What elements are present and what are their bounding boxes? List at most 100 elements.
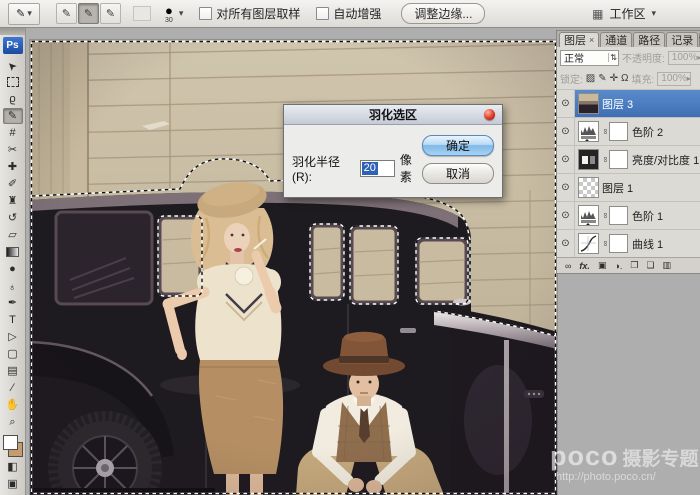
adjustment-layer-icon[interactable]: ◑.	[614, 261, 622, 271]
notes-tool[interactable]: ▤	[3, 363, 23, 379]
pen-tool[interactable]: ✒	[3, 295, 23, 311]
bridge-icon: ▦	[592, 7, 603, 21]
layer-row-liangdu[interactable]: ⊙ ∞ 亮度/对比度 1	[557, 145, 700, 173]
zoom-tool[interactable]: ⌕	[3, 414, 23, 430]
empty-layer-thumbnail[interactable]	[578, 177, 599, 198]
move-tool[interactable]: ➤	[3, 57, 23, 73]
visibility-eye-icon[interactable]: ⊙	[557, 118, 575, 145]
dialog-titlebar[interactable]: 羽化选区	[284, 105, 502, 125]
tab-close-icon[interactable]: ×	[589, 35, 594, 45]
blur-tool[interactable]: ●	[3, 261, 23, 277]
crop-tool[interactable]: #	[3, 125, 23, 141]
tab-paths[interactable]: 路径	[633, 32, 665, 47]
opacity-value-box[interactable]: 100% ▸	[668, 51, 700, 65]
lock-all-icon[interactable]: Ω	[621, 73, 628, 84]
marquee-tool[interactable]	[3, 74, 23, 90]
layer-row-tuceng3[interactable]: ⊙ 图层 3	[557, 89, 700, 117]
curves-thumbnail[interactable]	[578, 233, 599, 254]
cancel-button[interactable]: 取消	[422, 163, 494, 184]
levels-thumbnail[interactable]	[578, 121, 599, 142]
link-mask-icon: ∞	[601, 128, 610, 135]
path-selection-tool[interactable]: ▷	[3, 329, 23, 345]
visibility-eye-icon[interactable]: ⊙	[557, 146, 575, 173]
layer-mask-thumbnail[interactable]	[609, 150, 628, 169]
dodge-tool[interactable]: ♀	[3, 278, 23, 294]
layer-name: 亮度/对比度 1	[632, 152, 699, 168]
link-layers-icon[interactable]: ∞	[565, 261, 571, 271]
add-to-selection-button[interactable]: ✎	[78, 3, 99, 24]
refine-edge-button[interactable]: 调整边缘...	[401, 3, 485, 24]
levels-thumbnail[interactable]	[578, 205, 599, 226]
layer-mask-thumbnail[interactable]	[609, 122, 628, 141]
lock-transparency-icon[interactable]: ▨	[586, 73, 595, 84]
brush-subtract-icon: ✎	[106, 7, 115, 20]
layer-thumbnail[interactable]	[578, 93, 599, 114]
slice-tool[interactable]: ✂	[3, 142, 23, 158]
toolbox-grip[interactable]	[0, 28, 25, 35]
brush-size-value: 30	[165, 17, 173, 24]
add-mask-icon[interactable]: ▣	[598, 260, 607, 271]
history-brush-tool[interactable]: ↺	[3, 210, 23, 226]
brush-dropdown-icon[interactable]: ▾	[179, 8, 184, 19]
brush-dot-icon: ●	[165, 4, 173, 17]
tab-channels[interactable]: 通道	[600, 32, 632, 47]
path-select-icon: ▷	[8, 332, 16, 343]
visibility-eye-icon[interactable]: ⊙	[557, 230, 575, 257]
shape-tool[interactable]: ▢	[3, 346, 23, 362]
eraser-tool[interactable]: ▱	[3, 227, 23, 243]
visibility-eye-icon[interactable]: ⊙	[557, 90, 575, 117]
type-tool[interactable]: T	[3, 312, 23, 328]
subtract-from-selection-button[interactable]: ✎	[100, 3, 121, 24]
layer-row-quxian1[interactable]: ⊙ ∞ 曲线 1	[557, 229, 700, 257]
chevron-down-icon: ▾	[27, 8, 32, 19]
poco-watermark: poco 摄影专题 http://photo.poco.cn/	[550, 443, 700, 483]
brush-tool[interactable]: ✐	[3, 176, 23, 192]
brightness-contrast-thumbnail[interactable]	[578, 149, 599, 170]
foreground-color-swatch[interactable]	[3, 435, 18, 450]
layer-row-tuceng1[interactable]: ⊙ 图层 1	[557, 173, 700, 201]
tab-layers[interactable]: 图层 ×	[559, 32, 599, 47]
tab-history[interactable]: 记录	[666, 32, 698, 47]
blend-mode-value: 正常	[564, 50, 584, 65]
new-group-icon[interactable]: ❒	[630, 260, 638, 271]
feather-radius-label: 羽化半径(R):	[292, 153, 355, 184]
ok-button[interactable]: 确定	[422, 135, 494, 156]
layer-mask-thumbnail[interactable]	[609, 234, 628, 253]
clone-stamp-tool[interactable]: ♜	[3, 193, 23, 209]
layer-style-icon[interactable]: fx.	[579, 261, 590, 271]
quick-selection-tool[interactable]: ✎	[3, 108, 23, 124]
delete-layer-icon[interactable]: ▥	[663, 260, 672, 271]
layer-mask-thumbnail[interactable]	[609, 206, 628, 225]
quick-mask-mode-button[interactable]: ◧	[3, 459, 23, 475]
checkbox-icon	[199, 7, 212, 20]
brush-size-picker[interactable]: ● 30	[165, 4, 173, 24]
fill-value-box[interactable]: 100% ▸	[657, 72, 691, 86]
lock-move-icon[interactable]: ✛	[610, 73, 618, 84]
visibility-eye-icon[interactable]: ⊙	[557, 174, 575, 201]
levels-icon	[579, 206, 598, 225]
auto-enhance-checkbox[interactable]: 自动增强	[316, 5, 381, 22]
sample-all-layers-checkbox[interactable]: 对所有图层取样	[199, 5, 300, 22]
blend-mode-select[interactable]: 正常 ⇅	[560, 50, 619, 66]
new-layer-icon[interactable]: ❏	[646, 260, 654, 271]
layer-row-sejie2[interactable]: ⊙ ∞ 色阶 2	[557, 117, 700, 145]
color-swatches[interactable]	[2, 435, 24, 457]
hand-tool[interactable]: ✋	[3, 397, 23, 413]
screen-mode-button[interactable]: ▣	[3, 476, 23, 492]
panel-tabs: 图层 × 通道 路径 记录 动作 ▾	[557, 31, 700, 47]
new-selection-button[interactable]: ✎	[56, 3, 77, 24]
spot-healing-tool[interactable]: ✚	[3, 159, 23, 175]
photoshop-window: ✎ ▾ ✎ ✎ ✎ ● 30 ▾ 对所有图层取样 自动增强 调整边缘... ▦ …	[0, 0, 700, 495]
feather-radius-input[interactable]: 20	[360, 160, 395, 177]
eyedropper-tool[interactable]: ∕	[3, 380, 23, 396]
dialog-title: 羽化选区	[369, 106, 417, 123]
toolbox: Ps ➤ ϱ ✎ # ✂ ✚ ✐ ♜ ↺ ▱ ● ♀ ✒ T ▷ ▢ ▤ ∕ ✋…	[0, 28, 26, 495]
gradient-tool[interactable]	[3, 244, 23, 260]
tool-preset-picker[interactable]: ✎ ▾	[8, 3, 40, 25]
workspace-switcher[interactable]: ▦ 工作区 ▾	[592, 5, 656, 22]
lasso-tool[interactable]: ϱ	[3, 91, 23, 107]
visibility-eye-icon[interactable]: ⊙	[557, 202, 575, 229]
layer-row-sejie1[interactable]: ⊙ ∞ 色阶 1	[557, 201, 700, 229]
tab-history-label: 记录	[671, 32, 693, 48]
lock-paint-icon[interactable]: ✎	[598, 73, 606, 84]
